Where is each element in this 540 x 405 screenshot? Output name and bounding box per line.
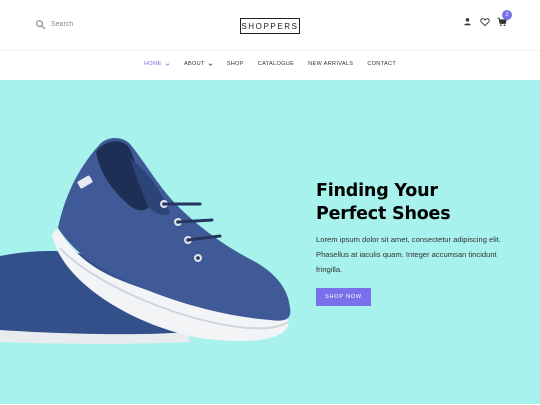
- search-icon: [36, 20, 46, 30]
- hero-content: Finding Your Perfect Shoes Lorem ipsum d…: [316, 180, 516, 306]
- heart-icon[interactable]: [479, 16, 490, 27]
- nav-label: HOME: [143, 61, 162, 67]
- header-divider: [0, 50, 540, 51]
- hero-description: Lorem ipsum dolor sit amet, consectetur …: [316, 235, 501, 274]
- header-icons: 2: [462, 10, 512, 27]
- search-box[interactable]: [35, 19, 131, 30]
- cart-icon[interactable]: 2: [496, 10, 512, 27]
- nav-item-contact[interactable]: CONTACT: [360, 61, 403, 67]
- main-nav: HOME ABOUT SHOP CATALOGUE NEW ARRIVALS C…: [0, 61, 540, 67]
- chevron-down-icon: [165, 62, 170, 66]
- search-input[interactable]: [51, 21, 131, 28]
- user-icon[interactable]: [462, 16, 473, 27]
- nav-item-shop[interactable]: SHOP: [220, 61, 251, 67]
- shoe-image: [0, 138, 291, 344]
- hero-title: Finding Your Perfect Shoes: [316, 180, 516, 226]
- cart-count-badge: 2: [502, 10, 512, 20]
- nav-label: ABOUT: [183, 61, 205, 67]
- site-header: SHOPPERS 2: [0, 0, 540, 50]
- hero-banner: Finding Your Perfect Shoes Lorem ipsum d…: [0, 80, 540, 404]
- hero-title-line-2: Perfect Shoes: [316, 204, 451, 224]
- shop-now-button[interactable]: SHOP NOW: [316, 288, 371, 306]
- nav-label: SHOP: [226, 61, 244, 67]
- nav-label: CATALOGUE: [257, 61, 295, 67]
- nav-item-about[interactable]: ABOUT: [177, 61, 220, 67]
- hero-title-line-1: Finding Your: [316, 181, 438, 201]
- site-logo[interactable]: SHOPPERS: [240, 18, 300, 34]
- chevron-down-icon: [208, 62, 213, 66]
- nav-item-catalogue[interactable]: CATALOGUE: [251, 61, 301, 67]
- nav-label: CONTACT: [367, 61, 397, 67]
- nav-label: NEW ARRIVALS: [308, 61, 354, 67]
- nav-item-new-arrivals[interactable]: NEW ARRIVALS: [301, 61, 360, 67]
- nav-item-home[interactable]: HOME: [137, 61, 177, 67]
